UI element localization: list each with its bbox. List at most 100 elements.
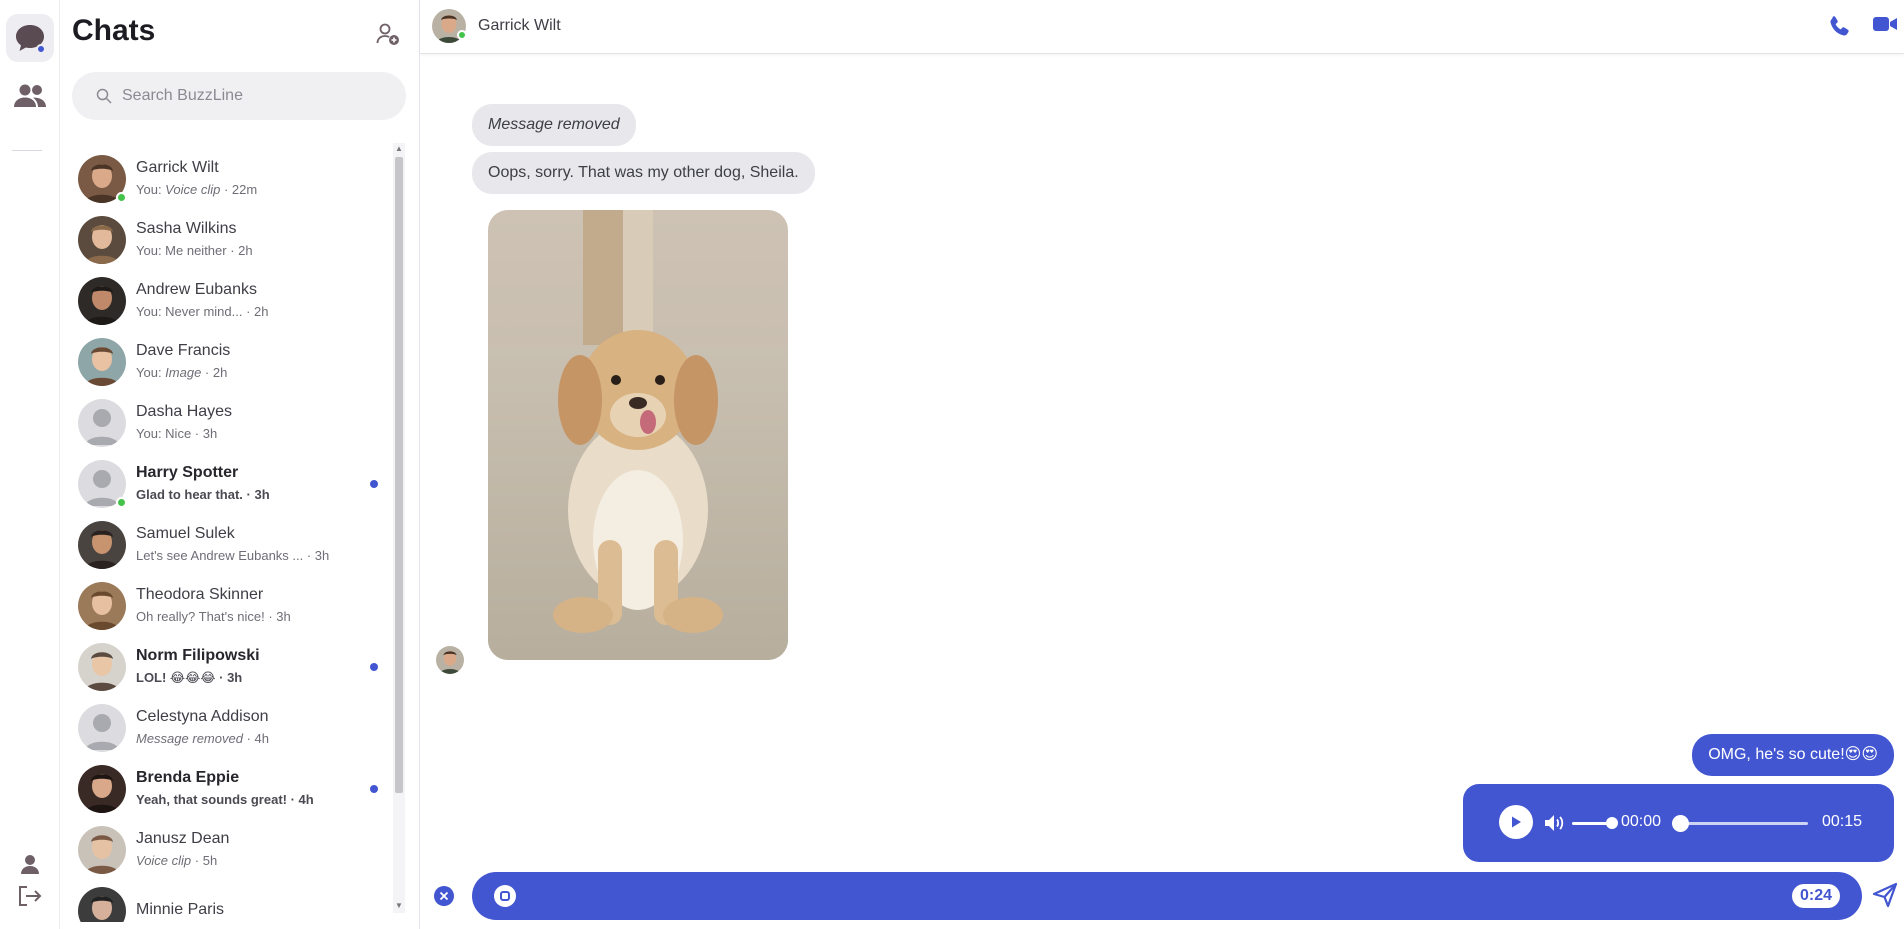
phone-icon (1830, 16, 1849, 36)
people-icon (14, 84, 46, 107)
avatar (78, 399, 126, 447)
chat-name: Celestyna Addison (136, 708, 269, 725)
chat-list-item[interactable]: Sasha Wilkins You: Me neither · 2h (78, 210, 378, 270)
avatar (78, 887, 126, 922)
search-icon (96, 88, 112, 104)
chat-name: Sasha Wilkins (136, 220, 237, 237)
seek-slider-track[interactable] (1678, 822, 1808, 825)
send-icon (1872, 882, 1898, 908)
unread-indicator (370, 663, 378, 671)
chat-preview: Let's see Andrew Eubanks ... · 3h (136, 548, 329, 563)
seek-slider-knob[interactable] (1672, 815, 1689, 832)
chat-preview: LOL! 😂😂😂 · 3h (136, 670, 242, 686)
preview-text: Voice clip (136, 853, 192, 868)
preview-time: · 4h (286, 792, 314, 807)
search-input[interactable] (122, 87, 382, 105)
preview-time: · 2h (226, 243, 253, 258)
chat-name: Brenda Eppie (136, 769, 240, 786)
online-indicator (116, 497, 127, 508)
chat-name: Garrick Wilt (136, 159, 219, 176)
preview-prefix: You: (136, 182, 166, 197)
chat-list-item[interactable]: Janusz Dean Voice clip · 5h (78, 820, 378, 880)
message-removed-bubble[interactable]: Message removed (472, 104, 636, 146)
chat-preview: You: Voice clip · 22m (136, 182, 257, 197)
preview-time: · 2h (242, 304, 269, 319)
preview-text: Me neither (165, 243, 227, 258)
chat-preview: Message removed · 4h (136, 731, 269, 746)
preview-prefix: You: (136, 426, 166, 441)
rail-logout-button[interactable] (6, 872, 54, 920)
incoming-message-bubble[interactable]: Oops, sorry. That was my other dog, Shei… (472, 152, 815, 194)
recording-bar: 0:24 (472, 872, 1862, 920)
search-box (72, 72, 406, 120)
preview-text: Message removed (136, 731, 243, 746)
sender-avatar (436, 646, 464, 674)
avatar (78, 582, 126, 630)
chat-preview: You: Nice · 3h (136, 426, 217, 441)
chat-list-item[interactable]: Norm Filipowski LOL! 😂😂😂 · 3h (78, 637, 378, 697)
stop-icon (500, 891, 510, 901)
contact-online-indicator (457, 30, 467, 40)
volume-slider-knob[interactable] (1605, 817, 1618, 829)
contact-name[interactable]: Garrick Wilt (478, 17, 561, 35)
chat-preview: Oh really? That's nice! · 3h (136, 609, 291, 624)
send-button[interactable] (1872, 882, 1900, 910)
preview-prefix: You: (136, 243, 166, 258)
chat-name: Janusz Dean (136, 830, 230, 847)
preview-text: Glad to hear that. (136, 487, 243, 502)
preview-text: Never mind... (165, 304, 243, 319)
chat-name: Harry Spotter (136, 464, 239, 481)
puppy-photo[interactable] (488, 210, 788, 660)
avatar (78, 704, 126, 752)
chat-list-item[interactable]: Harry Spotter Glad to hear that. · 3h (78, 454, 378, 514)
chat-list-item[interactable]: Garrick Wilt You: Voice clip · 22m (78, 149, 378, 209)
avatar (78, 643, 126, 691)
chat-name: Dave Francis (136, 342, 231, 359)
avatar (78, 338, 126, 386)
preview-time: · 3h (242, 487, 270, 502)
video-call-button[interactable] (1872, 14, 1900, 40)
chat-list-item[interactable]: Andrew Eubanks You: Never mind... · 2h (78, 271, 378, 331)
chat-list-item[interactable]: Dasha Hayes You: Nice · 3h (78, 393, 378, 453)
scroll-down-arrow[interactable]: ▼ (395, 902, 403, 910)
logout-icon (19, 886, 42, 906)
play-icon (1512, 816, 1521, 828)
cancel-recording-button[interactable] (434, 886, 454, 906)
chat-preview: You: Me neither · 2h (136, 243, 253, 258)
voice-call-button[interactable] (1828, 14, 1854, 40)
chat-list-item[interactable]: Minnie Paris (78, 881, 378, 922)
chat-preview: Yeah, that sounds great! · 4h (136, 792, 314, 807)
preview-time: · 3h (303, 548, 330, 563)
video-icon (1873, 17, 1897, 31)
voice-current-time: 00:00 (1621, 813, 1662, 830)
add-person-icon (376, 23, 399, 45)
rail-people-button[interactable] (6, 72, 54, 120)
avatar (78, 521, 126, 569)
new-chat-button[interactable] (374, 20, 402, 48)
avatar (78, 765, 126, 813)
rail-chats-button[interactable] (6, 14, 54, 62)
stop-recording-button[interactable] (494, 885, 516, 907)
voice-total-time: 00:15 (1822, 813, 1863, 830)
chat-list-item[interactable]: Samuel Sulek Let's see Andrew Eubanks ...… (78, 515, 378, 575)
chat-list-item[interactable]: Brenda Eppie Yeah, that sounds great! · 4… (78, 759, 378, 819)
unread-indicator (370, 785, 378, 793)
rail-notification-dot (36, 44, 46, 54)
preview-time: · 4h (242, 731, 269, 746)
nav-rail (0, 0, 60, 929)
volume-button[interactable] (1543, 812, 1567, 834)
chat-list-item[interactable]: Celestyna Addison Message removed · 4h (78, 698, 378, 758)
scrollbar-thumb[interactable] (395, 157, 403, 793)
avatar (78, 277, 126, 325)
conversation-pane: Garrick Wilt Message removed Oops, sorry… (420, 0, 1904, 929)
chat-preview: Voice clip · 5h (136, 853, 217, 868)
chat-list-item[interactable]: Dave Francis You: Image · 2h (78, 332, 378, 392)
play-button[interactable] (1499, 805, 1533, 839)
scroll-up-arrow[interactable]: ▲ (395, 145, 403, 153)
rail-divider (12, 150, 42, 151)
chat-list-item[interactable]: Theodora Skinner Oh really? That's nice! … (78, 576, 378, 636)
chat-name: Dasha Hayes (136, 403, 233, 420)
chat-preview: You: Image · 2h (136, 365, 227, 380)
avatar (78, 216, 126, 264)
outgoing-message-bubble[interactable]: OMG, he's so cute!😍😍 (1692, 734, 1894, 776)
